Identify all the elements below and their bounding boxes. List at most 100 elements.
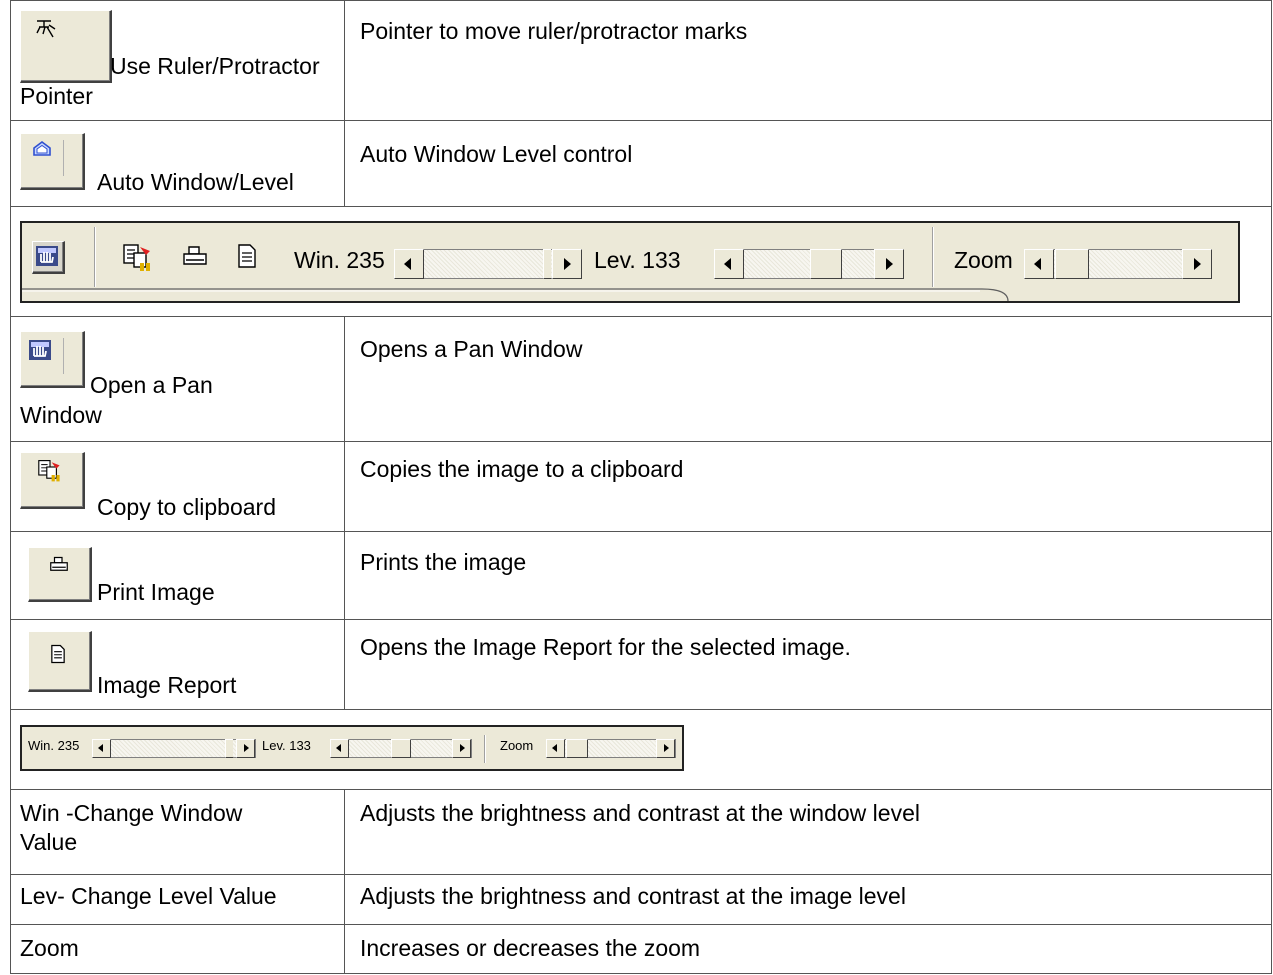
win-text-line1: Win -Change Window — [20, 800, 243, 826]
row-report-desc: Opens the Image Report for the selected … — [360, 634, 851, 660]
row-lev-desc: Adjusts the brightness and contrast at t… — [360, 883, 906, 909]
zoom-scroll-right-button[interactable] — [1182, 249, 1212, 279]
zoom-scrollbar-small[interactable] — [546, 739, 676, 758]
row-print-label: Print Image — [28, 547, 340, 617]
print-text: Print Image — [97, 579, 215, 605]
document-page: Use Ruler/Protractor Pointer Pointer to … — [0, 0, 1273, 975]
report-document-icon — [51, 644, 65, 664]
print-image-button[interactable] — [28, 547, 92, 602]
table-border — [344, 789, 345, 974]
row-win-desc: Adjusts the brightness and contrast at t… — [360, 800, 920, 826]
toolbar-win-label: Win. 235 — [294, 247, 385, 273]
table-border — [1271, 0, 1272, 974]
row-zoom-label: Zoom — [20, 935, 79, 961]
arrow-right-icon — [886, 258, 893, 270]
image-toolbar-small: Win. 235 Lev. 133 Zoom — [20, 725, 684, 771]
win-text-line2: Value — [20, 829, 78, 855]
image-report-button[interactable] — [28, 631, 92, 692]
arrow-left-icon — [1034, 258, 1041, 270]
win-scrollbar-small[interactable] — [92, 739, 256, 758]
arrow-right-icon — [564, 258, 571, 270]
lev-scrollbar-small[interactable] — [330, 739, 472, 758]
toolbar-lev-label: Lev. 133 — [594, 247, 681, 273]
ruler-pointer-text-line2: Pointer — [20, 83, 93, 109]
lev-scroll-left-button[interactable] — [714, 249, 744, 279]
report-document-icon[interactable] — [236, 243, 258, 269]
lev-scroll-thumb[interactable] — [391, 739, 411, 758]
lev-scroll-thumb[interactable] — [810, 249, 842, 279]
printer-icon[interactable] — [182, 245, 208, 269]
row-ruler-pointer-label: Use Ruler/Protractor Pointer — [20, 10, 340, 111]
pan-window-button[interactable] — [20, 331, 85, 388]
zoom-scroll-thumb[interactable] — [566, 739, 588, 758]
win-scroll-left-button[interactable] — [394, 249, 424, 279]
toolbar-small-zoom-label: Zoom — [500, 738, 534, 753]
lev-scroll-right-button[interactable] — [452, 739, 471, 758]
table-border — [10, 973, 1272, 974]
lev-scrollbar[interactable] — [714, 249, 904, 279]
arrow-left-icon — [724, 258, 731, 270]
row-lev-label: Lev- Change Level Value — [20, 883, 277, 909]
row-copy-label: Copy to clipboard — [20, 452, 340, 528]
pan-text-line2: Window — [20, 402, 102, 428]
table-border — [10, 0, 1272, 1]
ruler-pointer-text-line1: Use Ruler/Protractor — [110, 53, 320, 79]
table-border — [10, 441, 1272, 442]
row-pan-label: Open a Pan Window — [20, 331, 340, 430]
pan-hand-icon — [29, 340, 51, 360]
arrow-right-icon — [244, 744, 249, 752]
image-toolbar-large: Win. 235 Lev. 133 Zoom — [20, 221, 1240, 303]
win-scroll-left-button[interactable] — [92, 739, 111, 758]
lev-scroll-left-button[interactable] — [330, 739, 349, 758]
table-border — [10, 120, 1272, 121]
zoom-scroll-right-button[interactable] — [656, 739, 675, 758]
zoom-scroll-thumb[interactable] — [1055, 249, 1089, 279]
row-auto-wl-label: Auto Window/Level — [20, 133, 340, 203]
pan-hand-icon — [36, 246, 58, 266]
copy-clipboard-icon[interactable] — [122, 243, 154, 273]
lev-scroll-right-button[interactable] — [874, 249, 904, 279]
win-scrollbar[interactable] — [394, 249, 582, 279]
copy-text: Copy to clipboard — [97, 494, 276, 520]
row-zoom-desc: Increases or decreases the zoom — [360, 935, 701, 961]
row-win-label: Win -Change Window Value — [20, 799, 340, 857]
win-scroll-thumb[interactable] — [225, 739, 233, 758]
row-report-label: Image Report — [28, 631, 340, 707]
zoom-scroll-left-button[interactable] — [1024, 249, 1054, 279]
toolbar-separator — [94, 227, 96, 287]
toolbar-separator — [932, 227, 934, 287]
arrow-right-icon — [460, 744, 465, 752]
table-border — [10, 709, 1272, 710]
table-border — [10, 789, 1272, 790]
arrow-right-icon — [1194, 258, 1201, 270]
toolbar-small-win-label: Win. 235 — [28, 738, 80, 753]
table-border — [10, 874, 1272, 875]
copy-clipboard-icon — [38, 460, 60, 482]
arrow-left-icon — [404, 258, 411, 270]
toolbar-pan-button[interactable] — [32, 241, 65, 274]
row-pan-desc: Opens a Pan Window — [360, 336, 583, 362]
arrow-right-icon — [664, 744, 669, 752]
table-border — [10, 924, 1272, 925]
ruler-pointer-icon — [36, 20, 56, 38]
auto-window-level-icon — [33, 141, 51, 156]
win-scroll-thumb[interactable] — [543, 249, 551, 279]
copy-clipboard-button[interactable] — [20, 452, 85, 509]
table-border — [344, 316, 345, 709]
win-scroll-right-button[interactable] — [236, 739, 255, 758]
table-border — [10, 531, 1272, 532]
table-border — [344, 0, 345, 206]
row-copy-desc: Copies the image to a clipboard — [360, 456, 684, 482]
win-scroll-right-button[interactable] — [552, 249, 582, 279]
ruler-pointer-button[interactable] — [20, 10, 112, 83]
toolbar-bottom-edge — [22, 288, 1009, 301]
toolbar-separator — [484, 735, 486, 763]
auto-window-level-button[interactable] — [20, 133, 85, 190]
table-border — [10, 316, 1272, 317]
row-auto-wl-desc: Auto Window Level control — [360, 141, 633, 167]
zoom-scrollbar[interactable] — [1024, 249, 1212, 279]
zoom-scroll-left-button[interactable] — [546, 739, 565, 758]
arrow-left-icon — [552, 744, 557, 752]
table-border — [10, 206, 1272, 207]
table-border — [10, 0, 11, 974]
